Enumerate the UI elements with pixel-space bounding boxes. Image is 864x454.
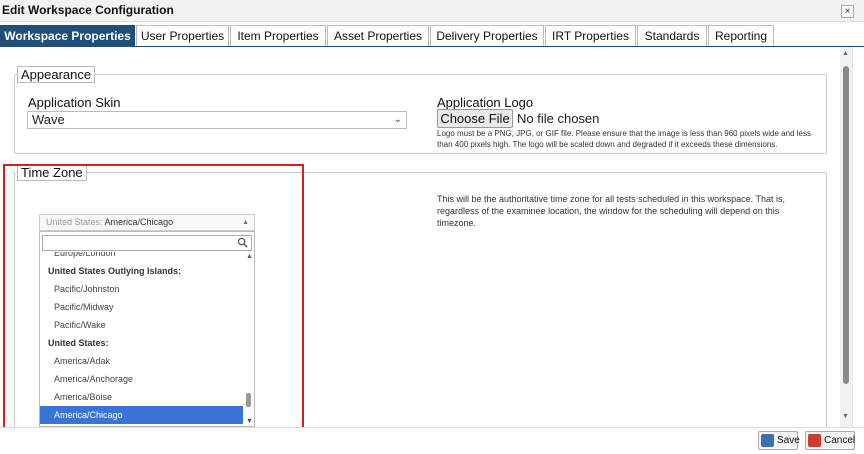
file-status-text: No file chosen [517, 111, 600, 126]
dialog-footer [0, 427, 864, 454]
timezone-option[interactable]: Pacific/Midway [40, 298, 243, 316]
scroll-up-icon[interactable]: ▲ [842, 50, 849, 57]
timezone-option-selected[interactable]: America/Chicago [40, 406, 243, 424]
application-logo-label: Application Logo [437, 95, 534, 110]
timezone-option[interactable]: America/Anchorage [40, 370, 243, 388]
tab-asset-properties[interactable]: Asset Properties [327, 25, 429, 47]
edit-workspace-dialog: Edit Workspace Configuration × Workspace… [0, 0, 864, 454]
timezone-select[interactable]: United States: America/Chicago ▲ [39, 214, 255, 231]
application-skin-value: Wave [32, 112, 65, 127]
timezone-selected-group: United States: [46, 217, 105, 227]
timezone-description: This will be the authoritative time zone… [437, 194, 785, 228]
dialog-titlebar: Edit Workspace Configuration × [0, 0, 864, 22]
tab-standards[interactable]: Standards [637, 25, 707, 47]
timezone-dropdown: Europe/London United States Outlying Isl… [39, 231, 255, 427]
timezone-option-list: Europe/London United States Outlying Isl… [40, 252, 243, 426]
choose-file-button[interactable]: Choose File [437, 109, 513, 128]
chevron-up-icon: ▲ [242, 219, 249, 226]
timezone-group-heading: United States Outlying Islands: [48, 266, 182, 276]
window-edge [852, 47, 864, 427]
cancel-button[interactable]: Cancel [805, 431, 855, 450]
application-skin-select[interactable]: Wave ⌄ [27, 111, 407, 129]
timezone-option[interactable]: America/Boise [40, 388, 243, 406]
tab-user-properties[interactable]: User Properties [136, 25, 229, 47]
scroll-down-icon[interactable]: ▼ [842, 413, 849, 420]
timezone-option[interactable]: Europe/London [40, 252, 243, 262]
tab-delivery-properties[interactable]: Delivery Properties [430, 25, 544, 47]
save-button[interactable]: Save [758, 431, 800, 450]
scroll-up-icon[interactable]: ▲ [246, 253, 253, 260]
timezone-search-input[interactable] [42, 235, 252, 251]
save-label: Save [777, 435, 800, 446]
cancel-icon [808, 434, 821, 447]
tab-item-properties[interactable]: Item Properties [230, 25, 326, 47]
tab-workspace-properties[interactable]: Workspace Properties [0, 25, 135, 47]
timezone-option[interactable]: America/Adak [40, 352, 243, 370]
dialog-title: Edit Workspace Configuration [2, 3, 174, 17]
scroll-down-icon[interactable]: ▼ [246, 418, 253, 425]
logo-hint-text: Logo must be a PNG, JPG, or GIF file. Pl… [437, 129, 811, 149]
timezone-option[interactable]: Pacific/Wake [40, 316, 243, 334]
timezone-option[interactable]: Pacific/Johnston [40, 280, 243, 298]
timezone-selected-value: America/Chicago [104, 217, 174, 227]
tab-bar: Workspace Properties User Properties Ite… [0, 25, 864, 47]
close-icon[interactable]: × [841, 5, 854, 18]
timezone-legend: Time Zone [17, 164, 87, 181]
chevron-down-icon: ⌄ [393, 114, 402, 125]
timezone-list-scroll-thumb[interactable] [246, 393, 251, 407]
cancel-label: Cancel [824, 435, 856, 446]
search-icon [237, 237, 248, 248]
application-skin-label: Application Skin [28, 95, 121, 110]
save-icon [761, 434, 774, 447]
appearance-legend: Appearance [17, 66, 96, 83]
tab-irt-properties[interactable]: IRT Properties [545, 25, 636, 47]
tab-reporting[interactable]: Reporting [708, 25, 774, 47]
panel-scroll-thumb[interactable] [843, 66, 849, 384]
timezone-group-heading: United States: [48, 338, 109, 348]
